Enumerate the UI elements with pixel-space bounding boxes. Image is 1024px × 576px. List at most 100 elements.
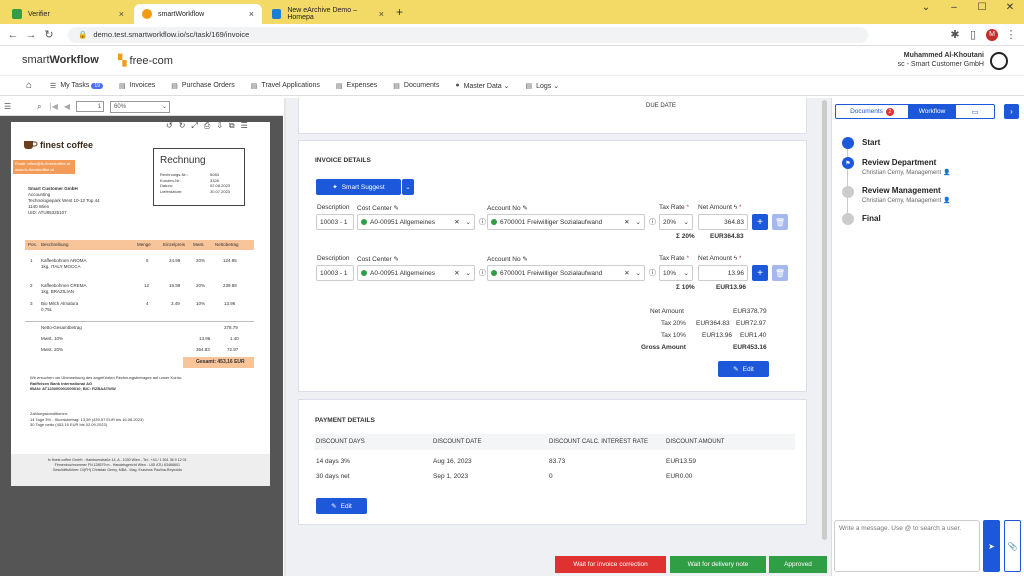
first-page-icon[interactable]: |◀ xyxy=(50,102,58,111)
reload-icon[interactable]: ↻ xyxy=(40,28,58,41)
chevron-down-icon: ⌄ xyxy=(162,104,168,110)
rotate-right-icon[interactable]: ↻ xyxy=(179,121,186,131)
delete-line-button[interactable]: 🗑 xyxy=(772,265,788,281)
chevron-down-icon: ⌄ xyxy=(465,219,471,226)
message-input[interactable] xyxy=(834,520,980,572)
minimize-icon[interactable]: – xyxy=(940,2,968,13)
clear-icon[interactable]: ✕ xyxy=(454,218,459,226)
sidebar-toggle-icon[interactable]: ☰ xyxy=(4,102,11,111)
summary-gross-label: Gross Amount xyxy=(641,344,686,351)
tax-rate-select[interactable]: 10% ⌄ xyxy=(659,265,693,281)
line-tax-sum: Σ 10% xyxy=(676,284,695,291)
wait-delivery-note-button[interactable]: Wait for delivery note xyxy=(670,556,766,573)
menu-logs[interactable]: ▤ Logs ⌄ xyxy=(526,82,560,90)
page-input[interactable]: 1 xyxy=(76,101,105,112)
net-amount-input[interactable]: 364.83 xyxy=(698,214,748,230)
browser-tab-verifier[interactable]: Verifier × xyxy=(4,4,132,24)
pdf-row-pos: 3 xyxy=(30,301,33,306)
pdf-payment-text: Wir ersuchen um Überweisung des angeführ… xyxy=(30,375,182,392)
pay-cell: EUR0.00 xyxy=(666,473,693,480)
url-field[interactable]: 🔒 demo.test.smartworkflow.io/sc/task/169… xyxy=(68,26,868,43)
browser-tab-earchive[interactable]: New eArchive Demo – Homepa × xyxy=(264,4,392,24)
cost-center-label: Cost Center ✎ xyxy=(357,255,399,263)
menu-expenses[interactable]: ▤ Expenses xyxy=(336,82,377,90)
print-icon[interactable]: ⎙ xyxy=(204,121,210,131)
more-icon[interactable]: ☰ xyxy=(241,121,248,131)
trash-icon: 🗑 xyxy=(774,268,786,278)
close-window-icon[interactable]: ✕ xyxy=(996,2,1024,13)
forward-icon[interactable]: → xyxy=(22,29,40,41)
menu-documents[interactable]: ▤ Documents xyxy=(393,82,439,90)
info-icon[interactable]: ⓘ xyxy=(479,217,486,227)
info-icon[interactable]: ⓘ xyxy=(649,268,656,278)
menu-master-data[interactable]: ● Master Data ⌄ xyxy=(455,82,509,90)
pdf-row-net: 124.95 xyxy=(223,258,237,263)
cost-center-select[interactable]: A0-00951 Allgemeines ✕ ⌄ xyxy=(357,214,475,230)
close-tab-icon[interactable]: × xyxy=(119,9,124,19)
info-icon[interactable]: ⓘ xyxy=(479,268,486,278)
payment-details-title: PAYMENT DETAILS xyxy=(315,417,375,424)
account-select[interactable]: 6700001 Freiwilliger Sozialaufwand ✕ ⌄ xyxy=(487,214,645,230)
attach-button[interactable]: 📎 xyxy=(1004,520,1021,572)
description-input[interactable]: 10003 - 1 xyxy=(316,265,354,281)
delete-line-button[interactable]: 🗑 xyxy=(772,214,788,230)
menu-invoices[interactable]: ▤ Invoices xyxy=(119,82,155,90)
zoom-select[interactable]: 60% ⌄ xyxy=(110,100,171,113)
summary-net-value: EUR378.79 xyxy=(733,308,767,315)
copy-icon[interactable]: ⧉ xyxy=(229,121,235,131)
info-icon[interactable]: ⓘ xyxy=(649,217,656,227)
smartworkflow-logo[interactable]: smartWorkflow xyxy=(22,54,99,66)
tab-documents[interactable]: Documents 2 xyxy=(836,105,908,118)
net-amount-input[interactable]: 13.96 xyxy=(698,265,748,281)
menu-icon[interactable]: ⋮ xyxy=(1002,28,1020,41)
chevron-down-icon: ⌄ xyxy=(405,184,411,191)
clear-icon[interactable]: ✕ xyxy=(624,269,629,277)
edit-payment-button[interactable]: ✎ Edit xyxy=(316,498,367,514)
user-avatar-icon[interactable] xyxy=(990,52,1008,70)
description-input[interactable]: 10003 - 1 xyxy=(316,214,354,230)
new-tab-icon[interactable]: + xyxy=(396,5,403,19)
button-label: Wait for invoice correction xyxy=(573,561,648,568)
close-tab-icon[interactable]: × xyxy=(379,9,384,19)
add-line-button[interactable]: + xyxy=(752,214,768,230)
menu-purchase-orders[interactable]: ▤ Purchase Orders xyxy=(171,82,235,90)
user-info[interactable]: Muhammed Al-Khoutani sc - Smart Customer… xyxy=(898,51,984,69)
prev-page-icon[interactable]: ◀ xyxy=(64,102,70,111)
extensions-icon[interactable]: ✱ xyxy=(946,28,964,41)
tab-notes[interactable]: ▭ xyxy=(956,105,994,118)
search-icon[interactable]: ⌕ xyxy=(37,102,41,112)
profile-avatar-icon[interactable]: M xyxy=(986,28,998,41)
download-icon[interactable]: ⇩ xyxy=(216,121,223,131)
sidebar-icon[interactable]: ▯ xyxy=(964,28,982,41)
maximize-icon[interactable]: ☐ xyxy=(968,2,996,13)
smart-suggest-button[interactable]: ✦ Smart Suggest xyxy=(316,179,401,195)
scrollbar[interactable] xyxy=(822,100,827,540)
home-icon[interactable]: ⌂ xyxy=(26,80,32,91)
add-line-button[interactable]: + xyxy=(752,265,768,281)
menu-label: My Tasks xyxy=(60,82,90,89)
browser-tab-smartworkflow[interactable]: smartWorkflow × xyxy=(134,4,262,24)
smart-suggest-dropdown[interactable]: ⌄ xyxy=(402,179,414,195)
tab-workflow[interactable]: Workflow xyxy=(908,105,956,118)
clear-icon[interactable]: ✕ xyxy=(454,269,459,277)
fit-icon[interactable]: ⤢ xyxy=(191,121,197,131)
approved-button[interactable]: Approved xyxy=(769,556,827,573)
menu-my-tasks[interactable]: ☰ My Tasks 19 xyxy=(50,82,103,90)
cost-center-select[interactable]: A0-00951 Allgemeines ✕ ⌄ xyxy=(357,265,475,281)
collapse-panel-button[interactable]: › xyxy=(1004,104,1019,119)
wait-invoice-correction-button[interactable]: Wait for invoice correction xyxy=(555,556,666,573)
back-icon[interactable]: ← xyxy=(4,29,22,41)
tab-search-icon[interactable]: ⌄ xyxy=(912,2,940,13)
label-text: Account No xyxy=(487,205,521,212)
edit-invoice-button[interactable]: ✎ Edit xyxy=(718,361,769,377)
trash-icon: 🗑 xyxy=(774,217,786,227)
close-tab-icon[interactable]: × xyxy=(249,9,254,19)
tax-rate-select[interactable]: 20% ⌄ xyxy=(659,214,693,230)
clear-icon[interactable]: ✕ xyxy=(624,218,629,226)
rotate-left-icon[interactable]: ↺ xyxy=(166,121,173,131)
pdf-row-pos: 2 xyxy=(30,283,33,288)
input-value: 13.96 xyxy=(727,269,744,277)
send-message-button[interactable]: ➤ xyxy=(983,520,1000,572)
menu-travel-applications[interactable]: ▤ Travel Applications xyxy=(251,82,320,90)
account-select[interactable]: 6700001 Freiwilliger Sozialaufwand ✕ ⌄ xyxy=(487,265,645,281)
